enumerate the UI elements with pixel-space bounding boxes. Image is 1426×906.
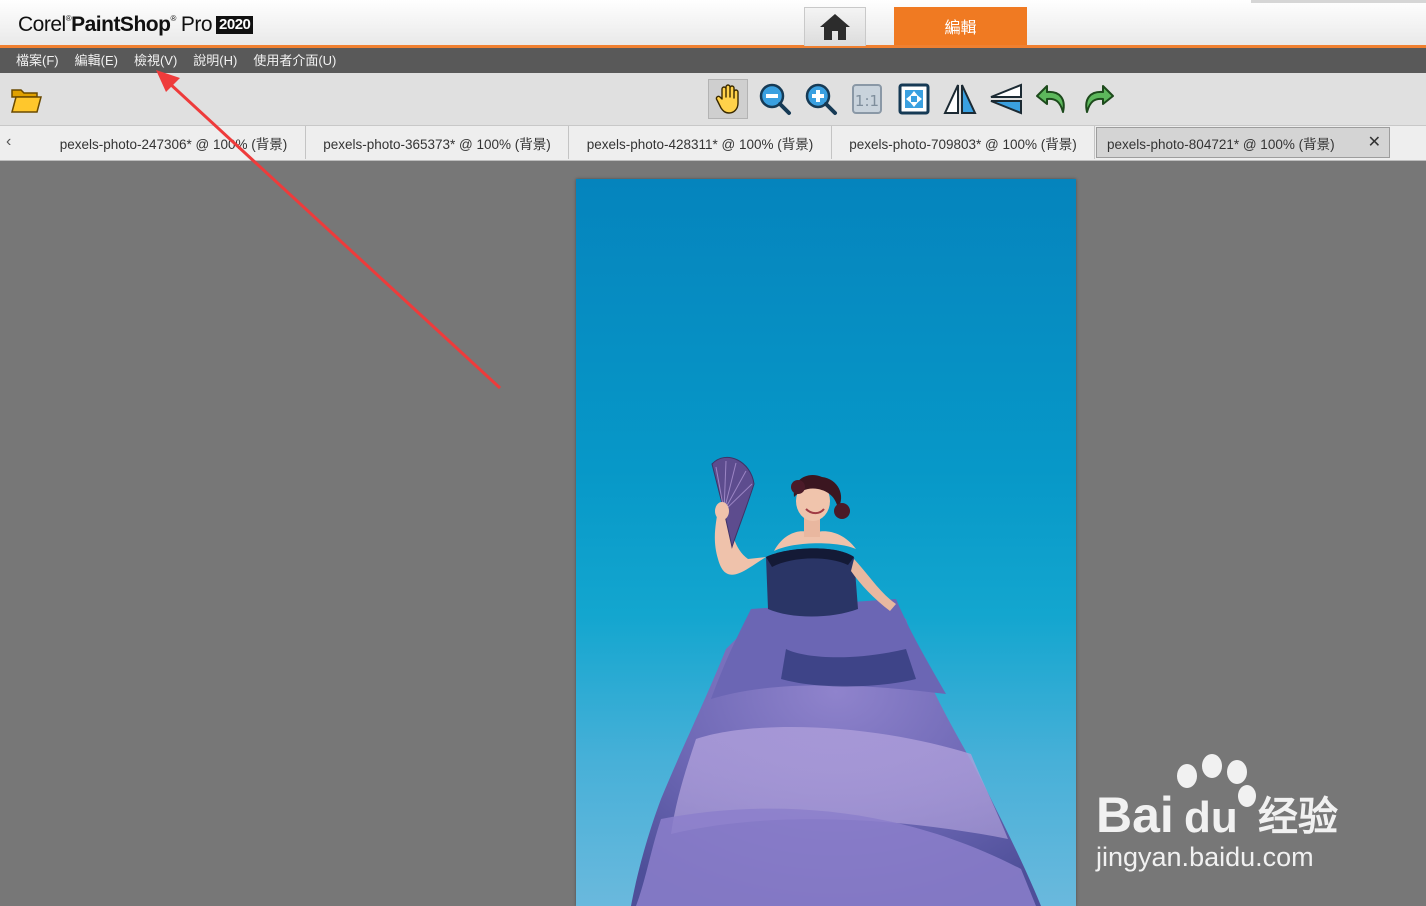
close-icon[interactable]: ✕ bbox=[1368, 134, 1381, 152]
menu-view[interactable]: 檢視(V) bbox=[126, 48, 185, 73]
doc-tab-label: pexels-photo-365373* @ 100% (背景) bbox=[323, 136, 551, 152]
zoom-in-icon bbox=[805, 83, 837, 115]
baidu-paw-icon: Bai du 经验 jingyan.baidu.com bbox=[1095, 754, 1338, 872]
undo-icon bbox=[1036, 85, 1065, 113]
menu-user-interface[interactable]: 使用者介面(U) bbox=[245, 48, 344, 73]
zoom-in-button[interactable] bbox=[801, 79, 841, 119]
doc-tab-365373[interactable]: pexels-photo-365373* @ 100% (背景) bbox=[306, 126, 569, 159]
watermark-brand-cn: 经验 bbox=[1258, 794, 1338, 840]
home-tab[interactable] bbox=[804, 7, 866, 46]
doc-tab-label: pexels-photo-247306* @ 100% (背景) bbox=[59, 136, 288, 152]
undo-button[interactable] bbox=[1032, 79, 1072, 119]
logo-corel: Corel bbox=[18, 13, 66, 36]
logo-reg-mark-2: ® bbox=[170, 13, 176, 23]
fit-window-icon bbox=[898, 83, 930, 115]
doc-tab-247306[interactable]: pexels-photo-247306* @ 100% (背景) bbox=[42, 126, 306, 159]
flip-horizontal-button[interactable] bbox=[940, 79, 980, 119]
pan-tool-button[interactable] bbox=[708, 79, 748, 119]
app-logo: Corel ® PaintShop ® Pro 2020 bbox=[18, 13, 254, 37]
doc-tab-428311[interactable]: pexels-photo-428311* @ 100% (背景) bbox=[569, 126, 832, 159]
redo-button[interactable] bbox=[1078, 79, 1118, 119]
flip-vertical-icon bbox=[990, 83, 1022, 115]
title-bar: Corel ® PaintShop ® Pro 2020 編輯 bbox=[0, 0, 1426, 48]
menu-help[interactable]: 說明(H) bbox=[185, 48, 245, 73]
actual-size-button[interactable]: 1:1 bbox=[847, 79, 887, 119]
watermark-brand: Bai bbox=[1096, 787, 1174, 843]
zoom-out-button[interactable] bbox=[755, 79, 795, 119]
logo-reg-mark: ® bbox=[65, 13, 72, 23]
pan-hand-icon bbox=[715, 84, 739, 114]
folder-open-icon bbox=[11, 89, 42, 113]
watermark-brand-du: du bbox=[1184, 793, 1238, 842]
flip-vertical-button[interactable] bbox=[986, 79, 1026, 119]
menu-file[interactable]: 檔案(F) bbox=[8, 48, 67, 73]
edit-workspace-tab[interactable]: 編輯 bbox=[894, 7, 1027, 45]
photo-woman-in-tulle-gown bbox=[631, 456, 1041, 906]
doc-tab-label: pexels-photo-804721* @ 100% (背景) bbox=[1107, 136, 1335, 152]
open-button[interactable] bbox=[6, 79, 46, 119]
doc-tab-804721[interactable]: pexels-photo-804721* @ 100% (背景) ✕ bbox=[1096, 127, 1390, 158]
home-icon bbox=[820, 14, 850, 40]
logo-paintshop: PaintShop bbox=[71, 13, 171, 36]
tab-scroll-left-icon[interactable]: ‹ bbox=[6, 132, 20, 152]
actual-size-icon: 1:1 bbox=[852, 84, 882, 114]
watermark-url: jingyan.baidu.com bbox=[1095, 842, 1314, 872]
menu-edit[interactable]: 編輯(E) bbox=[67, 48, 126, 73]
redo-icon bbox=[1085, 85, 1114, 113]
baidu-watermark: Bai du 经验 jingyan.baidu.com bbox=[1092, 748, 1362, 878]
zoom-out-icon bbox=[759, 83, 791, 115]
title-shade bbox=[1251, 0, 1426, 3]
doc-tab-label: pexels-photo-428311* @ 100% (背景) bbox=[586, 136, 814, 152]
logo-year: 2020 bbox=[216, 16, 254, 34]
doc-tab-709803[interactable]: pexels-photo-709803* @ 100% (背景) bbox=[832, 126, 1095, 159]
actual-size-label: 1:1 bbox=[855, 92, 879, 110]
document-tab-bar: ‹ pexels-photo-247306* @ 100% (背景) pexel… bbox=[0, 126, 1426, 161]
menu-bar: 檔案(F) 編輯(E) 檢視(V) 說明(H) 使用者介面(U) bbox=[0, 48, 1426, 73]
image-canvas[interactable] bbox=[576, 179, 1076, 906]
toolbar: 1:1 bbox=[0, 73, 1426, 126]
doc-tab-label: pexels-photo-709803* @ 100% (背景) bbox=[849, 136, 1077, 152]
fit-window-button[interactable] bbox=[894, 79, 934, 119]
logo-pro: Pro bbox=[180, 13, 213, 36]
flip-horizontal-icon bbox=[943, 84, 977, 114]
